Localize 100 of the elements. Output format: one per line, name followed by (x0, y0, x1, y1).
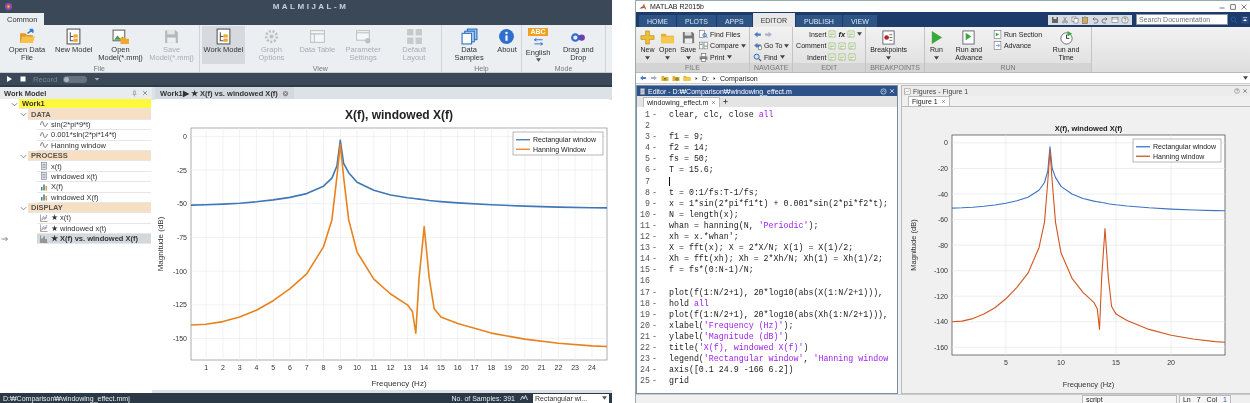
table-icon (308, 28, 326, 45)
line-number: 14 (639, 253, 650, 265)
line-marker: - (652, 132, 657, 142)
format-icon (828, 41, 837, 50)
line-number: 19 (639, 308, 650, 320)
copy-icon (1071, 15, 1079, 24)
find-files-icon (699, 29, 709, 39)
code-line: plot(f(1:N/2+1), 20*log10(abs(Xh(1:N/2+1))), (668, 308, 890, 320)
breakpoint-icon (881, 30, 897, 45)
axis-title: Frequency (Hz) (371, 379, 427, 388)
line-number: 10 (639, 208, 650, 220)
chevron-icon (694, 75, 699, 81)
window-title: MALMIJAL-M (271, 2, 350, 11)
printer-icon (699, 52, 709, 62)
line-number: 13 (639, 242, 650, 254)
code-line: f2 = 14; (668, 142, 710, 154)
format-icon (838, 41, 847, 50)
format-icon (838, 53, 847, 62)
matlab-logo-icon (639, 2, 647, 11)
line-number: 24 (639, 364, 650, 376)
line-number: 15 (639, 264, 650, 276)
line-marker: - (652, 287, 657, 297)
circle-close-icon (281, 89, 289, 97)
expand-icon[interactable] (19, 152, 28, 160)
line-number: 7 (644, 175, 650, 187)
caret-icon (1243, 76, 1248, 80)
picture-folder-icon (112, 28, 129, 45)
code-line: X = fft(x); X = 2*X/N; X(1) = X(1)/2; (668, 242, 855, 254)
code-line: whan = hanning(N, 'Periodic'); (668, 219, 820, 232)
lines-icon (532, 37, 544, 48)
format-icon (848, 53, 857, 62)
help-icon (1121, 15, 1129, 24)
line-marker: - (652, 198, 657, 208)
line-number: 20 (639, 319, 650, 331)
line-marker: - (652, 354, 657, 364)
code-line: fs = 50; (668, 153, 710, 165)
compare-icon (699, 41, 709, 51)
bar-chart-icon (40, 182, 48, 191)
model-icon (65, 28, 83, 45)
advance-icon (992, 41, 1002, 51)
format-icon (828, 53, 837, 62)
line-number: 9 (644, 197, 650, 209)
expand-icon[interactable] (10, 100, 19, 108)
gear-icon (262, 28, 280, 45)
line-marker: - (652, 309, 657, 319)
info-icon (498, 28, 516, 45)
line-marker: - (652, 376, 657, 386)
stop-button[interactable] (19, 75, 27, 83)
line-marker: - (652, 209, 657, 219)
maximize-icon (1229, 2, 1237, 11)
code-line: plot(f(1:N/2+1), 20*log10(abs(X(1:N/2+1))), (668, 286, 885, 298)
line-marker: - (652, 298, 657, 308)
code-line: legend('Rectangular window', 'Hanning window (668, 353, 890, 365)
code-line: clear, clc, close all (668, 109, 775, 121)
code-line: hold all (668, 297, 710, 309)
go-to-icon (752, 41, 762, 51)
grid-layout-icon (405, 28, 423, 45)
documents-icon (460, 28, 478, 45)
run-advance-icon (961, 30, 977, 45)
settings-window-icon (354, 28, 372, 45)
code-line: grid (668, 375, 690, 387)
line-marker: - (652, 187, 657, 197)
maximize-button[interactable] (1229, 2, 1237, 11)
mal-logo-icon (4, 2, 13, 11)
line-number: 12 (639, 231, 650, 243)
line-marker: - (652, 331, 657, 341)
line-marker: - (652, 254, 657, 264)
cut-icon (1061, 15, 1069, 24)
browse-icon (672, 74, 680, 82)
line-number: 21 (639, 330, 650, 342)
collapse-icon (1241, 15, 1249, 24)
close-button[interactable] (1240, 2, 1248, 11)
bar-chart-icon (40, 193, 48, 202)
undock-icon (880, 87, 887, 95)
code-line: Xh = fft(xh); Xh = 2*Xh/N; Xh(1) = Xh(1)/2; (668, 253, 885, 265)
line-marker: - (652, 342, 657, 352)
play-icon (5, 75, 13, 83)
window-icon (1111, 15, 1119, 24)
code-line: t = 0:1/fs:T-1/fs; (668, 186, 760, 198)
expand-icon[interactable] (19, 204, 28, 212)
code-line: T = 15.6; (668, 164, 715, 176)
pin-icon (131, 89, 138, 97)
expand-icon[interactable] (19, 111, 28, 119)
back-arrow-icon (639, 74, 647, 82)
caret-down-icon (93, 75, 102, 83)
close-icon (711, 100, 717, 105)
close-icon (940, 99, 946, 104)
line-marker: - (652, 154, 657, 164)
line-number: 11 (639, 219, 650, 232)
magnifier-icon (752, 52, 762, 62)
chart-title: X(f), windowed X(f) (345, 108, 453, 122)
code-line: xlabel('Frequency (Hz)'); (668, 319, 795, 331)
format-icon (828, 30, 837, 39)
line-marker: - (652, 243, 657, 253)
play-button[interactable] (5, 75, 13, 83)
line-number: 22 (639, 341, 650, 354)
line-marker: - (652, 220, 657, 230)
code-line: title('X(f), windowed X(f)') (668, 341, 810, 354)
record-toggle[interactable] (63, 75, 88, 83)
paste-icon (1081, 15, 1089, 24)
